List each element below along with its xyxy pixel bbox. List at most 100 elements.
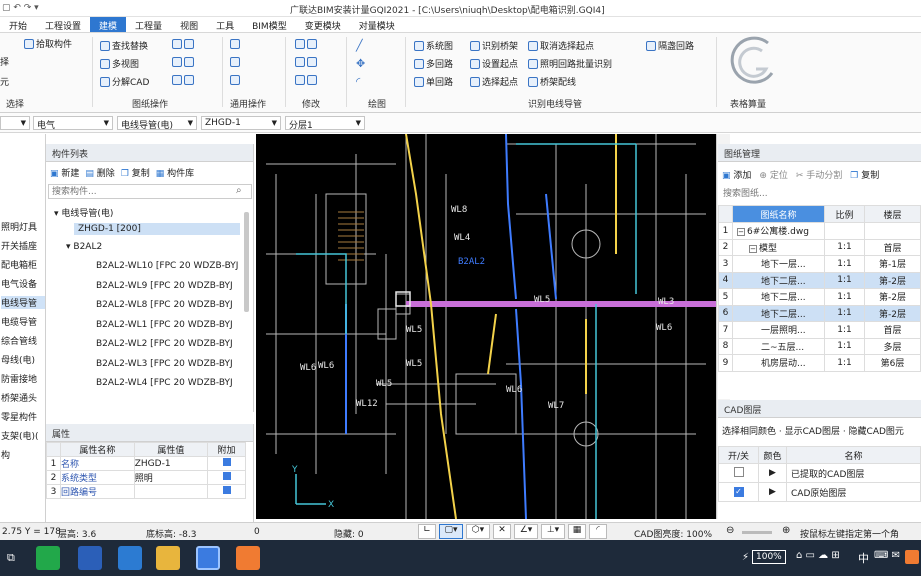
property-extra-checkbox[interactable]	[207, 456, 246, 471]
explode-cad-button[interactable]: 分解CAD	[100, 75, 149, 88]
property-value[interactable]: 照明	[133, 470, 209, 485]
cad-drawing[interactable]: WL8WL4WL5WL6WL5 WL6WL7WL5WL3WL12WL6WL6WL5…	[256, 134, 716, 519]
drawing-row[interactable]: 8 二~五层... 1:1 多层	[718, 337, 921, 355]
property-row[interactable]: 3 回路编号	[46, 484, 246, 499]
nav-item[interactable]: 构	[1, 448, 10, 461]
app-notify-icon[interactable]	[905, 550, 919, 564]
multi-circuit-button[interactable]: 多回路	[414, 57, 453, 70]
collapse-toggle-icon[interactable]: −	[737, 228, 745, 237]
tree-item[interactable]: B2AL2-WL8 [FPC 20 WDZB-BYJ	[96, 300, 233, 310]
glodon-app-icon[interactable]	[196, 546, 220, 570]
menu-item[interactable]: 工程设置	[36, 17, 90, 32]
input-language[interactable]: 中	[858, 550, 869, 566]
locate-button[interactable]: ⊕ 定位	[759, 168, 787, 181]
drawing-row[interactable]: 7 一层照明... 1:1 首层	[718, 321, 921, 339]
menu-item[interactable]: 开始	[0, 17, 36, 32]
modify-tool-row-1[interactable]	[295, 39, 317, 49]
nav-item[interactable]: 支架(电)(	[1, 429, 39, 442]
ortho-icon[interactable]: ∟	[418, 524, 436, 539]
drawing-row[interactable]: 9 机房层动... 1:1 第6层	[718, 354, 921, 372]
floor-select[interactable]: 分层1 ▼	[285, 116, 365, 131]
copy-drawing-button[interactable]: ❐ 复制	[850, 168, 879, 181]
tree-item[interactable]: B2AL2-WL1 [FPC 20 WDZB-BYJ	[96, 320, 233, 330]
word-icon[interactable]	[78, 546, 102, 570]
lighting-batch-button[interactable]: 照明回路批量识别	[528, 57, 612, 70]
nav-item[interactable]: 零星构件	[1, 410, 37, 423]
nav-item[interactable]: 配电箱柜	[1, 258, 37, 271]
layer-row[interactable]: ✓ ▶ CAD原始图层	[718, 482, 921, 502]
loop-circuit-button[interactable]: 隔盏回路	[646, 39, 694, 52]
draw-line-button[interactable]: ╱	[356, 39, 363, 52]
discipline-select[interactable]: 电气 ▼	[33, 116, 113, 131]
drawing-row[interactable]: 2 − 模型 1:1 首层	[718, 238, 921, 256]
menu-item[interactable]: 视图	[171, 17, 207, 32]
menu-item[interactable]: 建模	[90, 17, 127, 32]
component-search-input[interactable]	[48, 184, 252, 199]
app-green-icon[interactable]	[36, 546, 60, 570]
app-orange-icon[interactable]	[236, 546, 260, 570]
select-cut-label[interactable]: 择	[0, 55, 9, 68]
tray-icons[interactable]: ⌂ ▭ ☁ ⊞	[796, 550, 840, 561]
cad-viewer-icon[interactable]	[118, 546, 142, 570]
view-cube-icon[interactable]: ⬡▾	[466, 524, 490, 539]
tree-item[interactable]: B2AL2-WL2 [FPC 20 WDZB-BYJ	[96, 339, 233, 349]
nav-item[interactable]: 开关插座	[1, 239, 37, 252]
add-drawing-button[interactable]: ▣ 添加	[722, 168, 751, 181]
drawing-row[interactable]: 4 地下二层... 1:1 第-2层	[718, 271, 921, 289]
snap-icon[interactable]: ⊥▾	[541, 524, 565, 539]
property-value[interactable]	[133, 484, 209, 499]
checkbox-unchecked-icon[interactable]	[733, 466, 744, 477]
drawing-row[interactable]: 1−6#公寓楼.dwg	[718, 222, 921, 240]
delete-button[interactable]: ▤ 删除	[85, 166, 114, 179]
tree-item[interactable]: B2AL2-WL4 [FPC 20 WDZB-BYJ	[96, 378, 233, 388]
multi-view-button[interactable]: 多视图	[100, 57, 139, 70]
zoom-out-icon[interactable]: ⊖	[726, 525, 734, 536]
collapse-toggle-icon[interactable]: −	[749, 244, 757, 253]
drawing-tool-3[interactable]	[172, 75, 194, 85]
quick-access-icons[interactable]: ▢ ↶ ↷ ▾	[2, 3, 39, 13]
draw-point-button[interactable]: ✥	[356, 57, 365, 70]
notify-icons[interactable]: ⌨ ✉	[874, 550, 900, 561]
single-circuit-button[interactable]: 单回路	[414, 75, 453, 88]
drawing-row[interactable]: 3 地下一层... 1:1 第-1层	[718, 255, 921, 273]
nav-item[interactable]: 综合管线	[1, 334, 37, 347]
set-start-point-button[interactable]: 设置起点	[470, 57, 518, 70]
tree-group[interactable]: ▾ B2AL2	[66, 242, 102, 252]
pick-component-button[interactable]: 拾取构件	[24, 37, 72, 50]
nav-item[interactable]: 电气设备	[1, 277, 37, 290]
general-tool-1[interactable]	[230, 39, 240, 49]
tree-item[interactable]: B2AL2-WL3 [FPC 20 WDZB-BYJ	[96, 359, 233, 369]
menu-item[interactable]: 变更模块	[296, 17, 350, 32]
new-button[interactable]: ▣ 新建	[50, 166, 79, 179]
tree-item[interactable]: B2AL2-WL10 [FPC 20 WDZB-BYJ	[96, 261, 238, 271]
component-select[interactable]: ZHGD-1 ▼	[201, 116, 281, 130]
nav-item[interactable]: 桥架通头	[1, 391, 37, 404]
cancel-start-point-button[interactable]: 取消选择起点	[528, 39, 594, 52]
cad-drawing-canvas[interactable]: WL8 WL4 WL5 WL6 WL5 WL6 WL7 WL5 WL3 WL12 WL6 WL6 WL5…	[256, 134, 716, 519]
layer-row[interactable]: ▶ 已提取的CAD图层	[718, 463, 921, 483]
property-extra-checkbox[interactable]	[207, 484, 246, 499]
brightness-slider[interactable]	[742, 531, 772, 534]
cad-layer-toolbar[interactable]: 选择相同颜色 · 显示CAD图层 · 隐藏CAD图元	[722, 424, 904, 437]
expand-icon[interactable]: ▶	[758, 463, 787, 483]
taskview-icon[interactable]: ⧉	[2, 546, 26, 570]
arc-snap-icon[interactable]: ◜	[589, 524, 607, 539]
angle-icon[interactable]: ∠▾	[514, 524, 538, 539]
modify-tool-row-3[interactable]	[295, 75, 317, 85]
general-tool-3[interactable]	[230, 75, 240, 85]
property-row[interactable]: 1 名称 ZHGD-1	[46, 456, 246, 471]
zoom-in-icon[interactable]: ⊕	[782, 525, 790, 536]
prev-dropdown[interactable]: ▼	[0, 116, 30, 130]
select-start-point-button[interactable]: 选择起点	[470, 75, 518, 88]
modify-tool-row-2[interactable]	[295, 57, 317, 67]
select-box-icon[interactable]: ▢▾	[439, 524, 463, 539]
expand-icon[interactable]: ▶	[758, 482, 787, 502]
property-value[interactable]: ZHGD-1	[133, 456, 209, 471]
element-cut-label[interactable]: 元	[0, 75, 9, 88]
manual-split-button[interactable]: ✂ 手动分割	[796, 168, 842, 181]
property-row[interactable]: 2 系统类型 照明	[46, 470, 246, 485]
menu-item[interactable]: 工程量	[126, 17, 171, 32]
tray-wiring-button[interactable]: 桥架配线	[528, 75, 576, 88]
nav-item[interactable]: 电缆导管	[1, 315, 37, 328]
drawing-row[interactable]: 5 地下二层... 1:1 第-2层	[718, 288, 921, 306]
